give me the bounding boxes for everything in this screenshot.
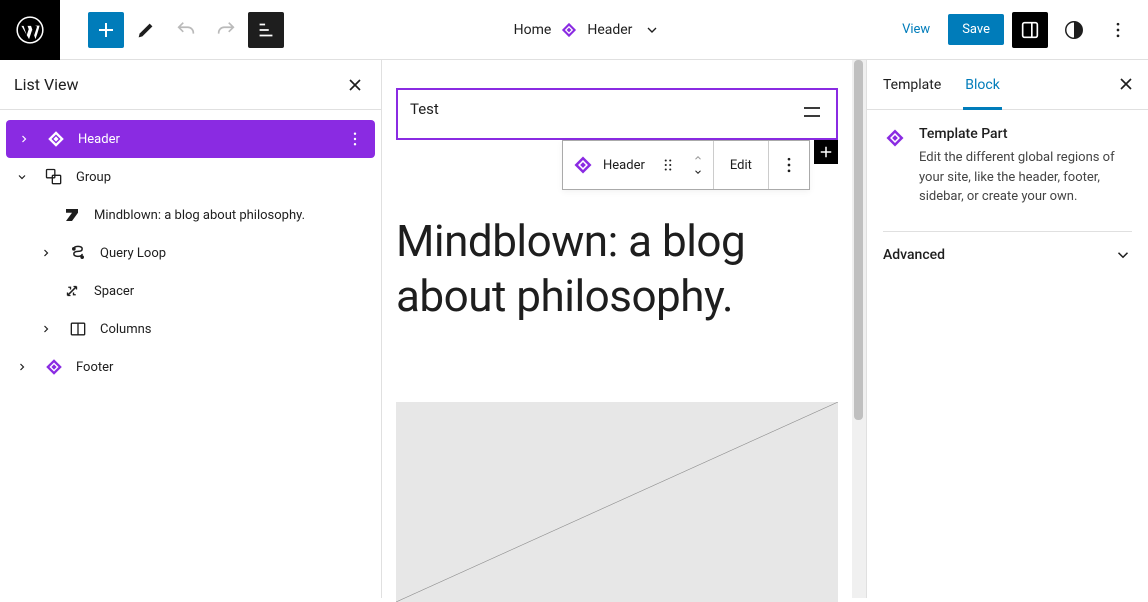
navigation-toggle-icon[interactable] (800, 100, 824, 124)
query-loop-icon (66, 243, 90, 263)
list-item-columns[interactable]: Columns (4, 310, 377, 348)
header-block[interactable]: Test (396, 88, 838, 140)
save-button[interactable]: Save (948, 14, 1004, 45)
wp-logo[interactable] (0, 0, 60, 60)
settings-button[interactable] (1012, 12, 1048, 48)
list-item-group[interactable]: Group (4, 158, 377, 196)
page-heading[interactable]: Mindblown: a blog about philosophy. (396, 214, 838, 324)
group-icon (42, 167, 66, 187)
breadcrumb-current[interactable]: Header (587, 22, 632, 38)
block-more-button[interactable] (769, 141, 809, 189)
block-type-icon[interactable] (563, 141, 603, 189)
scrollbar-thumb[interactable] (854, 60, 863, 420)
move-down-button[interactable] (691, 167, 705, 177)
template-part-icon (559, 20, 579, 40)
chevron-down-icon (1114, 246, 1132, 264)
list-view-title: List View (14, 75, 79, 94)
tab-template[interactable]: Template (883, 60, 941, 109)
spacer-icon (60, 282, 84, 300)
template-part-icon (42, 356, 66, 378)
canvas-scrollbar[interactable] (852, 60, 866, 598)
list-item-query-loop[interactable]: Query Loop (4, 234, 377, 272)
tab-block[interactable]: Block (965, 60, 1000, 109)
redo-button[interactable] (208, 12, 244, 48)
heading-icon (60, 206, 84, 224)
undo-button[interactable] (168, 12, 204, 48)
list-item-heading[interactable]: Mindblown: a blog about philosophy. (4, 196, 377, 234)
columns-icon (66, 319, 90, 339)
move-up-button[interactable] (691, 153, 705, 163)
list-item-label: Columns (100, 322, 369, 337)
featured-image-placeholder[interactable] (396, 402, 838, 602)
block-toolbar: Header Edit (562, 140, 810, 190)
list-item-more-button[interactable] (343, 130, 367, 148)
add-block-button[interactable] (814, 140, 838, 164)
document-overview-button[interactable] (248, 12, 284, 48)
list-item-label: Footer (76, 360, 369, 375)
drag-handle[interactable] (653, 156, 683, 174)
edit-button[interactable]: Edit (714, 141, 769, 189)
template-part-icon (883, 126, 907, 207)
block-panel-description: Edit the different global regions of you… (919, 148, 1132, 207)
styles-button[interactable] (1056, 12, 1092, 48)
list-item-header[interactable]: Header (6, 120, 375, 158)
list-item-footer[interactable]: Footer (4, 348, 377, 386)
advanced-panel-toggle[interactable]: Advanced (883, 231, 1132, 264)
list-item-label: Mindblown: a blog about philosophy. (94, 208, 369, 223)
block-panel-title: Template Part (919, 126, 1132, 142)
template-part-icon (44, 128, 68, 150)
view-link[interactable]: View (892, 16, 940, 43)
tools-button[interactable] (128, 12, 164, 48)
list-item-label: Header (78, 132, 333, 147)
breadcrumb-parent[interactable]: Home (514, 22, 552, 38)
block-type-label: Header (603, 158, 653, 173)
list-item-spacer[interactable]: Spacer (4, 272, 377, 310)
list-item-label: Spacer (94, 284, 369, 299)
toggle-block-inserter-button[interactable] (88, 12, 124, 48)
close-list-view-button[interactable] (343, 73, 367, 97)
options-button[interactable] (1100, 12, 1136, 48)
list-item-label: Query Loop (100, 246, 369, 261)
close-sidebar-button[interactable] (1116, 74, 1136, 94)
document-dropdown-button[interactable] (640, 18, 664, 42)
list-item-label: Group (76, 170, 369, 185)
site-title[interactable]: Test (410, 100, 439, 118)
